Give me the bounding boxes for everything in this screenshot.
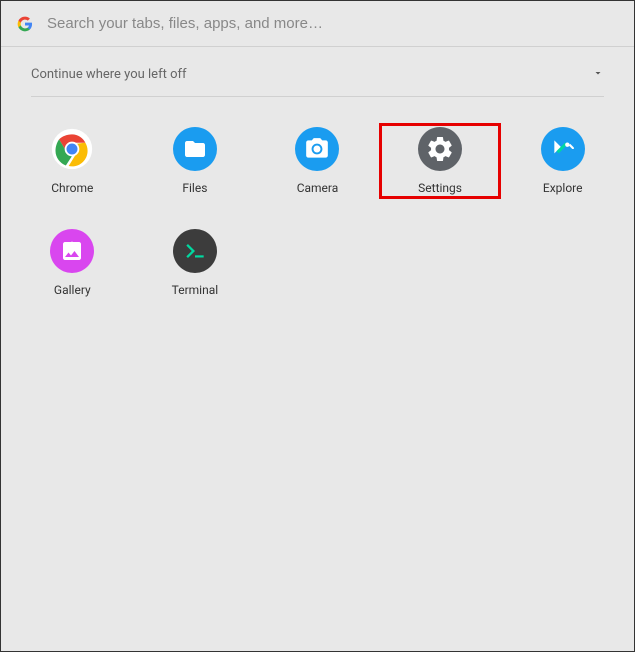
app-settings[interactable]: Settings [379, 123, 502, 199]
continue-label: Continue where you left off [31, 67, 187, 82]
app-label: Explore [543, 181, 583, 195]
app-label: Chrome [51, 181, 93, 195]
app-grid: Chrome Files Camera Settings [1, 97, 634, 327]
app-terminal[interactable]: Terminal [134, 225, 257, 301]
app-launcher: Continue where you left off Chrome [1, 1, 634, 651]
camera-icon [295, 127, 339, 171]
files-icon [173, 127, 217, 171]
terminal-icon [173, 229, 217, 273]
app-files[interactable]: Files [134, 123, 257, 199]
app-explore[interactable]: Explore [501, 123, 624, 199]
app-label: Gallery [54, 283, 91, 297]
settings-icon [418, 127, 462, 171]
continue-section[interactable]: Continue where you left off [1, 47, 634, 96]
app-chrome[interactable]: Chrome [11, 123, 134, 199]
app-label: Files [182, 181, 207, 195]
app-gallery[interactable]: Gallery [11, 225, 134, 301]
app-camera[interactable]: Camera [256, 123, 379, 199]
chrome-icon [50, 127, 94, 171]
app-label: Terminal [172, 283, 219, 297]
app-label: Camera [297, 181, 339, 195]
chevron-down-icon [592, 67, 604, 82]
search-bar [1, 1, 634, 47]
gallery-icon [50, 229, 94, 273]
google-logo-icon [17, 16, 33, 32]
search-input[interactable] [47, 15, 618, 32]
app-label: Settings [418, 181, 462, 195]
explore-icon [541, 127, 585, 171]
